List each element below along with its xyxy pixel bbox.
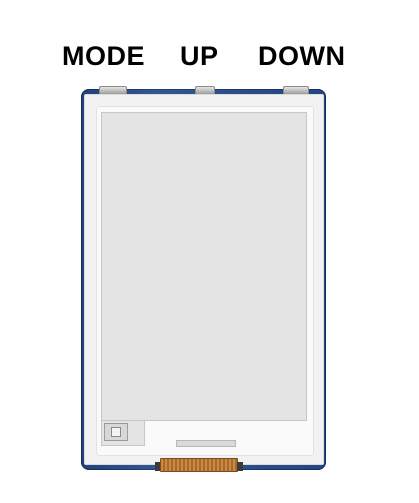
fpc-strip: [176, 440, 236, 447]
corner-marker-icon: [104, 423, 128, 441]
eink-display-area: [101, 112, 307, 421]
up-label: UP: [180, 41, 219, 71]
mode-label: MODE: [62, 41, 145, 71]
fpc-connector: [160, 458, 238, 472]
down-label: DOWN: [258, 41, 346, 71]
connector-latch-right: [237, 462, 243, 471]
